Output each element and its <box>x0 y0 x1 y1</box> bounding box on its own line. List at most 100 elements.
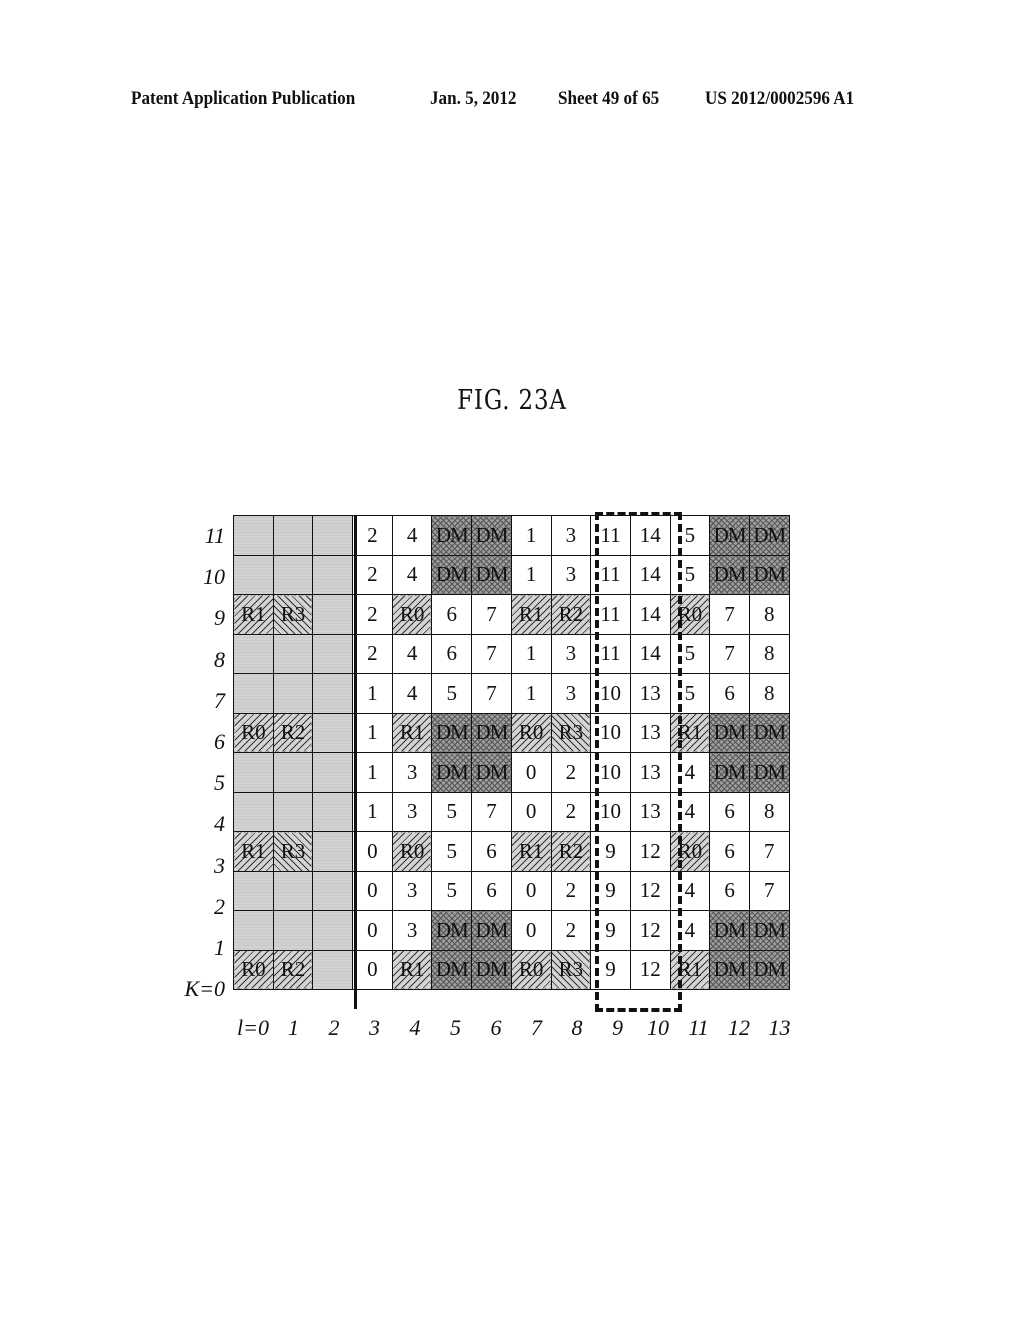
row-axis-label: 5 <box>214 770 225 796</box>
data-cell: 10 <box>590 712 631 753</box>
data-cell: 10 <box>590 791 631 832</box>
data-cell: 8 <box>748 673 790 714</box>
dm-rs-cell: DM <box>748 712 790 753</box>
dm-rs-cell: DM <box>709 554 750 595</box>
dm-rs-cell: DM <box>431 712 473 753</box>
crs-cell-r3: R3 <box>550 949 592 990</box>
patent-number: US 2012/0002596 A1 <box>705 88 855 109</box>
crs-cell-r0: R0 <box>669 831 711 872</box>
control-region-cell <box>233 791 274 832</box>
column-axis-label: 13 <box>768 1015 791 1040</box>
dm-rs-cell: DM <box>471 752 512 793</box>
crs-cell-r1: R1 <box>391 949 433 990</box>
grid-row: 0 3 DM DM 0 2 9 12 4 DM DM <box>233 910 790 951</box>
control-region-cell <box>312 791 354 832</box>
grid-row: 0 3 5 6 0 2 9 12 4 6 7 <box>233 870 790 911</box>
dm-rs-cell: DM <box>471 554 512 595</box>
crs-cell-r2: R2 <box>272 949 314 990</box>
dm-rs-cell: DM <box>471 712 512 753</box>
dm-rs-cell: DM <box>748 752 790 793</box>
crs-cell-r1: R1 <box>233 831 274 872</box>
data-cell: 14 <box>629 554 671 595</box>
data-cell: 3 <box>550 554 592 595</box>
row-axis-label: 7 <box>214 687 225 713</box>
control-region-cell <box>233 554 274 595</box>
data-cell: 11 <box>590 594 631 635</box>
data-cell: 3 <box>391 791 433 832</box>
control-region-cell <box>312 515 354 556</box>
control-region-cell <box>312 870 354 911</box>
data-cell: 13 <box>629 673 671 714</box>
data-cell: 12 <box>629 870 671 911</box>
data-cell: 8 <box>748 791 790 832</box>
data-cell: 1 <box>510 515 552 556</box>
grid-row: 1 3 DM DM 0 2 10 13 4 DM DM <box>233 752 790 793</box>
data-cell: 4 <box>391 554 433 595</box>
data-cell: 13 <box>629 752 671 793</box>
dm-rs-cell: DM <box>471 515 512 556</box>
data-cell: 1 <box>510 554 552 595</box>
data-cell: 12 <box>629 910 671 951</box>
data-cell: 2 <box>352 515 393 556</box>
data-cell: 7 <box>748 870 790 911</box>
column-axis-label: 10 <box>647 1015 669 1040</box>
dm-rs-cell: DM <box>748 910 790 951</box>
crs-cell-r3: R3 <box>550 712 592 753</box>
data-cell: 6 <box>471 831 512 872</box>
data-cell: 6 <box>709 673 750 714</box>
data-cell: 3 <box>550 673 592 714</box>
data-cell: 2 <box>352 594 393 635</box>
crs-cell-r0: R0 <box>510 949 552 990</box>
column-axis-label: l=0 <box>237 1015 269 1040</box>
control-region-cell <box>312 831 354 872</box>
data-cell: 6 <box>471 870 512 911</box>
control-region-cell <box>272 791 314 832</box>
control-region-cell <box>312 712 354 753</box>
column-axis-label: 12 <box>728 1015 750 1040</box>
data-cell: 2 <box>550 791 592 832</box>
column-axis-label: 1 <box>288 1015 299 1040</box>
dm-rs-cell: DM <box>431 752 473 793</box>
data-cell: 1 <box>352 712 393 753</box>
control-region-cell <box>312 910 354 951</box>
grid-row: R0 R2 1 R1 DM DM R0 R3 10 13 R1 DM DM <box>233 712 790 753</box>
data-cell: 9 <box>590 949 631 990</box>
control-region-cell <box>312 633 354 674</box>
control-region-cell <box>233 633 274 674</box>
data-cell: 8 <box>748 594 790 635</box>
dm-rs-cell: DM <box>709 949 750 990</box>
data-cell: 1 <box>510 673 552 714</box>
control-region-cell <box>312 949 354 990</box>
data-cell: 14 <box>629 594 671 635</box>
dm-rs-cell: DM <box>431 949 473 990</box>
data-cell: 11 <box>590 554 631 595</box>
grid-row: 1 4 5 7 1 3 10 13 5 6 8 <box>233 673 790 714</box>
data-cell: 5 <box>431 870 473 911</box>
crs-cell-r0: R0 <box>233 949 274 990</box>
data-cell: 3 <box>391 910 433 951</box>
data-cell: 14 <box>629 515 671 556</box>
data-cell: 4 <box>391 673 433 714</box>
data-cell: 0 <box>510 870 552 911</box>
data-cell: 1 <box>352 673 393 714</box>
data-cell: 7 <box>471 673 512 714</box>
data-cell: 6 <box>709 791 750 832</box>
data-cell: 2 <box>352 554 393 595</box>
crs-cell-r2: R2 <box>550 831 592 872</box>
data-cell: 9 <box>590 910 631 951</box>
grid-row: 2 4 DM DM 1 3 11 14 5 DM DM <box>233 515 790 556</box>
data-cell: 1 <box>352 752 393 793</box>
data-cell: 0 <box>352 831 393 872</box>
crs-cell-r1: R1 <box>669 949 711 990</box>
data-cell: 4 <box>391 633 433 674</box>
data-cell: 3 <box>550 515 592 556</box>
dm-rs-cell: DM <box>748 515 790 556</box>
data-cell: 0 <box>510 752 552 793</box>
crs-cell-r1: R1 <box>391 712 433 753</box>
crs-cell-r1: R1 <box>510 594 552 635</box>
control-region-cell <box>233 673 274 714</box>
grid-row: 2 4 DM DM 1 3 11 14 5 DM DM <box>233 554 790 595</box>
data-cell: 5 <box>431 831 473 872</box>
control-region-cell <box>233 515 274 556</box>
data-cell: 6 <box>709 831 750 872</box>
